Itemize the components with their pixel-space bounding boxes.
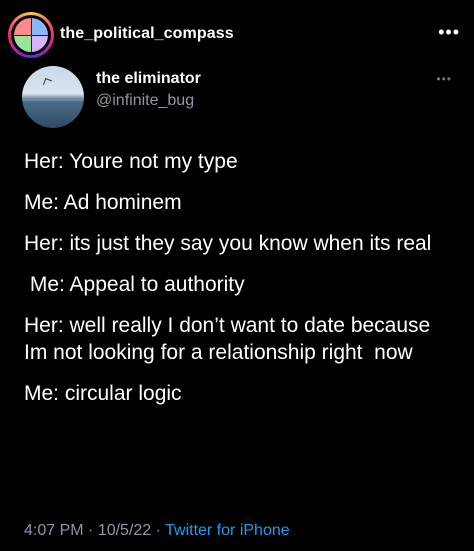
tweet-display-name: the eliminator — [96, 70, 201, 87]
post-header: the_political_compass ••• — [0, 0, 474, 70]
account-avatar-inner — [11, 15, 51, 55]
meta-separator: · — [83, 522, 98, 539]
account-avatar[interactable] — [8, 12, 54, 58]
tweet-time: 4:07 PM — [24, 522, 84, 539]
tweet-source-link: Twitter for iPhone — [165, 522, 290, 539]
tweet-line: Her: Youre not my type — [24, 150, 238, 173]
tweet-text: Her: Youre not my type Me: Ad hominem He… — [24, 148, 454, 421]
tweet-line: Me: Ad hominem — [24, 191, 182, 214]
tweet-more-icon: ••• — [436, 72, 452, 86]
political-compass-icon — [14, 18, 48, 52]
account-name[interactable]: the_political_compass — [60, 25, 234, 43]
tweet-meta: 4:07 PM · 10/5/22 · Twitter for iPhone — [24, 522, 290, 540]
tweet-line: Her: its just they say you know when its… — [24, 232, 432, 255]
tweet-handle: @infinite_bug — [96, 92, 195, 109]
tweet-line: Me: circular logic — [24, 382, 182, 405]
tweet-line: Me: Appeal to authority — [24, 273, 245, 296]
tweet-line: Her: well really I don’t want to date be… — [24, 314, 437, 364]
more-options-icon[interactable]: ••• — [438, 22, 460, 43]
meta-separator: · — [151, 522, 166, 539]
tweet-date: 10/5/22 — [97, 522, 152, 539]
tweet-card: the eliminator @infinite_bug ••• Her: Yo… — [0, 64, 474, 551]
tweet-author-avatar — [22, 66, 84, 128]
